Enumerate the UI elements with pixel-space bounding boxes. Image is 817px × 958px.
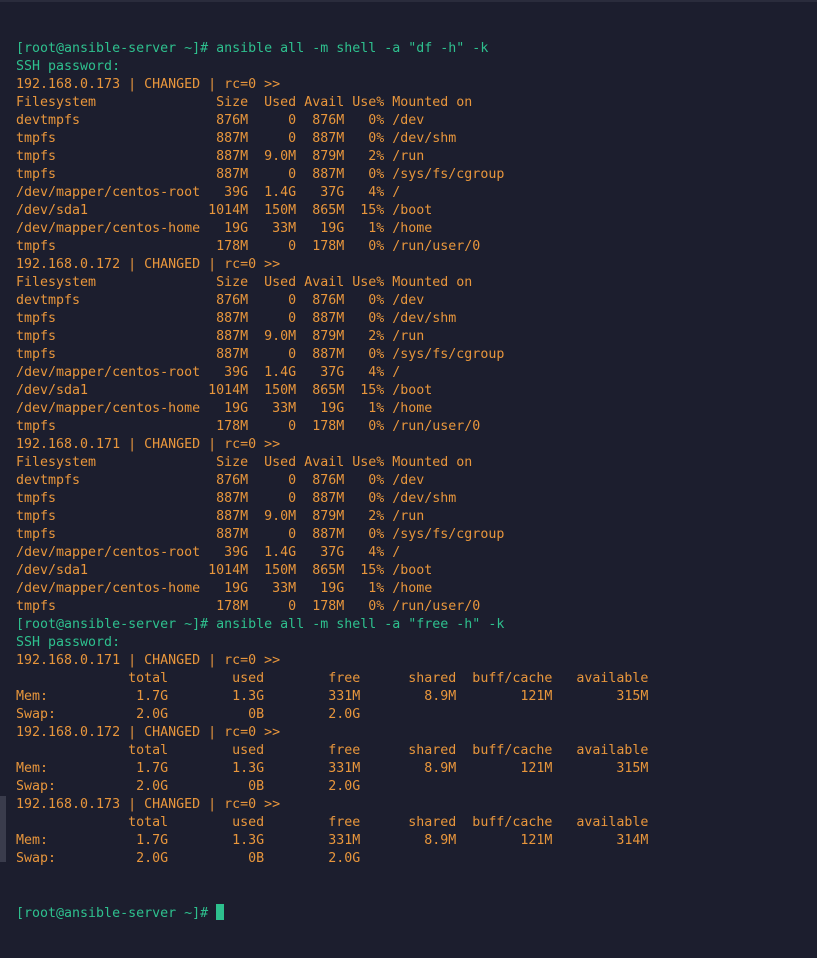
- output-line: Mem: 1.7G 1.3G 331M 8.9M 121M 314M: [16, 833, 649, 848]
- output-line: tmpfs 887M 0 887M 0% /sys/fs/cgroup: [16, 167, 505, 182]
- output-line: tmpfs 887M 9.0M 879M 2% /run: [16, 509, 425, 524]
- output-line: /dev/sda1 1014M 150M 865M 15% /boot: [16, 383, 433, 398]
- output-line: /dev/mapper/centos-home 19G 33M 19G 1% /…: [16, 401, 433, 416]
- terminal-window[interactable]: [root@ansible-server ~]# ansible all -m …: [0, 0, 817, 921]
- terminal-screen[interactable]: [root@ansible-server ~]# ansible all -m …: [16, 4, 648, 958]
- output-line: /dev/mapper/centos-root 39G 1.4G 37G 4% …: [16, 545, 401, 560]
- window-top-edge: [0, 0, 817, 2]
- output-line: tmpfs 887M 0 887M 0% /dev/shm: [16, 131, 457, 146]
- command-line: [root@ansible-server ~]# ansible all -m …: [16, 617, 505, 632]
- output-line: 192.168.0.171 | CHANGED | rc=0 >>: [16, 437, 281, 452]
- output-line: Swap: 2.0G 0B 2.0G: [16, 851, 361, 866]
- output-line: /dev/sda1 1014M 150M 865M 15% /boot: [16, 203, 433, 218]
- output-line: tmpfs 178M 0 178M 0% /run/user/0: [16, 419, 481, 434]
- text-cursor: [216, 904, 225, 920]
- output-line: tmpfs 887M 0 887M 0% /sys/fs/cgroup: [16, 527, 505, 542]
- output-line: tmpfs 887M 0 887M 0% /sys/fs/cgroup: [16, 347, 505, 362]
- output-line: devtmpfs 876M 0 876M 0% /dev: [16, 293, 425, 308]
- output-line: /dev/sda1 1014M 150M 865M 15% /boot: [16, 563, 433, 578]
- output-line: 192.168.0.172 | CHANGED | rc=0 >>: [16, 725, 281, 740]
- terminal-output: [root@ansible-server ~]# ansible all -m …: [16, 40, 648, 868]
- output-line: Filesystem Size Used Avail Use% Mounted …: [16, 275, 473, 290]
- current-prompt-line[interactable]: [root@ansible-server ~]#: [16, 904, 648, 922]
- output-line: 192.168.0.172 | CHANGED | rc=0 >>: [16, 257, 281, 272]
- command-line: [root@ansible-server ~]# ansible all -m …: [16, 41, 489, 56]
- output-line: Swap: 2.0G 0B 2.0G: [16, 707, 361, 722]
- output-line: /dev/mapper/centos-home 19G 33M 19G 1% /…: [16, 221, 433, 236]
- output-line: 192.168.0.173 | CHANGED | rc=0 >>: [16, 77, 281, 92]
- output-line: Swap: 2.0G 0B 2.0G: [16, 779, 361, 794]
- output-line: tmpfs 887M 0 887M 0% /dev/shm: [16, 491, 457, 506]
- output-line: total used free shared buff/cache availa…: [16, 743, 649, 758]
- password-prompt-line: SSH password:: [16, 635, 121, 650]
- output-line: /dev/mapper/centos-home 19G 33M 19G 1% /…: [16, 581, 433, 596]
- output-line: Filesystem Size Used Avail Use% Mounted …: [16, 455, 473, 470]
- output-line: total used free shared buff/cache availa…: [16, 815, 649, 830]
- output-line: 192.168.0.173 | CHANGED | rc=0 >>: [16, 797, 281, 812]
- output-line: /dev/mapper/centos-root 39G 1.4G 37G 4% …: [16, 185, 401, 200]
- output-line: tmpfs 887M 0 887M 0% /dev/shm: [16, 311, 457, 326]
- output-line: tmpfs 178M 0 178M 0% /run/user/0: [16, 239, 481, 254]
- output-line: Mem: 1.7G 1.3G 331M 8.9M 121M 315M: [16, 689, 649, 704]
- password-prompt-line: SSH password:: [16, 59, 121, 74]
- output-line: devtmpfs 876M 0 876M 0% /dev: [16, 113, 425, 128]
- output-line: 192.168.0.171 | CHANGED | rc=0 >>: [16, 653, 281, 668]
- output-line: tmpfs 887M 9.0M 879M 2% /run: [16, 329, 425, 344]
- output-line: /dev/mapper/centos-root 39G 1.4G 37G 4% …: [16, 365, 401, 380]
- scroll-indicator[interactable]: [0, 796, 6, 862]
- output-line: Mem: 1.7G 1.3G 331M 8.9M 121M 315M: [16, 761, 649, 776]
- output-line: total used free shared buff/cache availa…: [16, 671, 649, 686]
- current-prompt: [root@ansible-server ~]#: [16, 906, 217, 921]
- output-line: tmpfs 178M 0 178M 0% /run/user/0: [16, 599, 481, 614]
- output-line: tmpfs 887M 9.0M 879M 2% /run: [16, 149, 425, 164]
- output-line: Filesystem Size Used Avail Use% Mounted …: [16, 95, 473, 110]
- output-line: devtmpfs 876M 0 876M 0% /dev: [16, 473, 425, 488]
